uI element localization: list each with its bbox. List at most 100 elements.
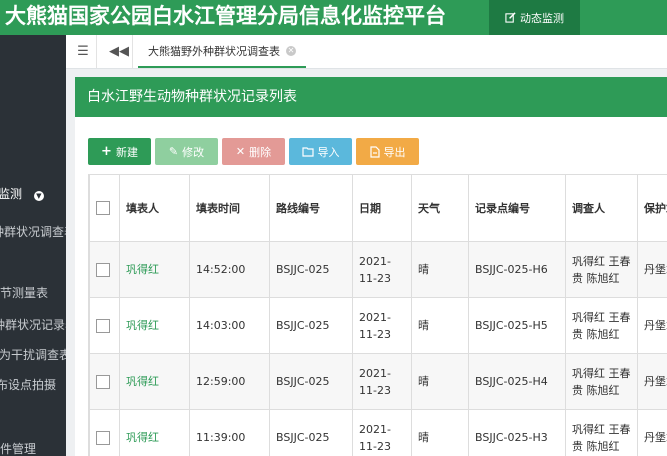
sidebar-item-infrared-camera[interactable]: 红外相机布设点拍摄 xyxy=(0,373,56,397)
chevron-down-icon: ▼ xyxy=(33,191,44,201)
point-cell: BSJJC-025-H6 xyxy=(468,241,566,298)
select-all-checkbox[interactable] xyxy=(96,201,110,215)
sidebar-item-disturbance[interactable]: 人为干扰调查表 xyxy=(0,343,66,367)
column-header[interactable]: 天气 xyxy=(411,174,469,242)
surveyor-cell: 巩得红 王春贵 陈旭红 xyxy=(565,409,638,456)
import-button[interactable]: 导入 xyxy=(289,138,352,165)
sidebar-item-label: 物候节测量表 xyxy=(0,286,49,300)
row-checkbox[interactable] xyxy=(96,375,110,389)
point-cell: BSJJC-025-H3 xyxy=(468,409,566,456)
point-cell: BSJJC-025-H4 xyxy=(468,353,566,410)
row-select-cell xyxy=(89,241,120,298)
column-header[interactable]: 日期 xyxy=(352,174,412,242)
edit-button[interactable]: ✎ 修改 xyxy=(155,138,218,165)
filler-cell[interactable]: 巩得红 xyxy=(119,409,190,456)
sidebar-item-population-record[interactable]: 种群状况记录表 xyxy=(0,313,66,337)
main-panel: 白水江野生动物种群状况记录列表 + 新建 ✎ 修改 ✕ 删除 导入 导出 填表人… xyxy=(75,77,667,456)
folder-open-icon xyxy=(301,146,314,157)
column-header[interactable]: 路线编号 xyxy=(269,174,353,242)
route-cell: BSJJC-025 xyxy=(269,297,353,354)
row-select-cell xyxy=(89,409,120,456)
row-checkbox[interactable] xyxy=(96,319,110,333)
column-header[interactable]: 填表时间 xyxy=(189,174,270,242)
time-cell: 12:59:00 xyxy=(189,353,270,410)
edit-button-label: 修改 xyxy=(182,145,205,159)
sidebar-item-label: 种群状况记录表 xyxy=(0,318,66,332)
new-button[interactable]: + 新建 xyxy=(88,138,151,165)
date-cell: 2021-11-23 xyxy=(352,297,412,354)
app-title: 大熊猫国家公园白水江管理分局信息化监控平台 xyxy=(5,4,446,28)
tab-bar: ☰ ◀◀ 大熊猫野外种群状况调查表 ✕ xyxy=(66,35,667,69)
table-row[interactable]: 巩得红 14:52:00 BSJJC-025 2021-11-23 晴 BSJJ… xyxy=(89,241,667,298)
station-cell: 丹堡站 xyxy=(637,353,667,410)
station-cell: 丹堡站 xyxy=(637,241,667,298)
weather-cell: 晴 xyxy=(411,241,469,298)
weather-cell: 晴 xyxy=(411,297,469,354)
nav-tab-dynamic-monitoring[interactable]: 动态监测 xyxy=(489,0,580,35)
sidebar-item-phenology[interactable]: 物候节测量表 xyxy=(0,281,48,305)
panel-title: 白水江野生动物种群状况记录列表 xyxy=(75,77,667,117)
filler-cell[interactable]: 巩得红 xyxy=(119,297,190,354)
plus-icon: + xyxy=(101,144,112,159)
column-header[interactable]: 调查人 xyxy=(565,174,638,242)
page-tab-label: 大熊猫野外种群状况调查表 xyxy=(148,44,280,58)
filler-cell[interactable]: 巩得红 xyxy=(119,241,190,298)
time-cell: 11:39:00 xyxy=(189,409,270,456)
edit-icon xyxy=(505,12,516,23)
time-cell: 14:52:00 xyxy=(189,241,270,298)
data-table-wrapper: 填表人 填表时间 路线编号 日期 天气 记录点编号 调查人 保护站 巩得红 14… xyxy=(88,174,667,456)
row-select-cell xyxy=(89,353,120,410)
data-table: 填表人 填表时间 路线编号 日期 天气 记录点编号 调查人 保护站 巩得红 14… xyxy=(89,174,667,456)
date-cell: 2021-11-23 xyxy=(352,353,412,410)
sidebar-item-monitoring[interactable]: 监测 ▼ xyxy=(0,182,44,206)
close-icon[interactable]: ✕ xyxy=(286,45,296,56)
row-checkbox[interactable] xyxy=(96,431,110,445)
table-header-row: 填表人 填表时间 路线编号 日期 天气 记录点编号 调查人 保护站 xyxy=(89,174,667,242)
column-header[interactable]: 记录点编号 xyxy=(468,174,566,242)
sidebar-item-label: 文件管理 xyxy=(0,442,37,456)
export-button[interactable]: 导出 xyxy=(356,138,419,165)
sidebar-item-label: 监测 xyxy=(0,187,23,201)
sidebar-item-label: 人为干扰调查表 xyxy=(0,348,66,362)
time-cell: 14:03:00 xyxy=(189,297,270,354)
row-checkbox[interactable] xyxy=(96,263,110,277)
menu-icon[interactable]: ☰ xyxy=(70,35,97,68)
date-cell: 2021-11-23 xyxy=(352,241,412,298)
date-cell: 2021-11-23 xyxy=(352,409,412,456)
export-button-label: 导出 xyxy=(383,145,406,159)
point-cell: BSJJC-025-H5 xyxy=(468,297,566,354)
nav-tab-label: 动态监测 xyxy=(520,11,564,25)
file-export-icon xyxy=(369,145,380,158)
row-select-cell xyxy=(89,297,120,354)
sidebar-item-label: 种群状况调查表 xyxy=(0,225,66,239)
route-cell: BSJJC-025 xyxy=(269,353,353,410)
station-cell: 丹堡站 xyxy=(637,409,667,456)
filler-cell[interactable]: 巩得红 xyxy=(119,353,190,410)
table-row[interactable]: 巩得红 11:39:00 BSJJC-025 2021-11-23 晴 BSJJ… xyxy=(89,409,667,456)
sidebar-item-file-management[interactable]: 文件管理 xyxy=(0,437,36,456)
sidebar-item-label: 红外相机布设点拍摄 xyxy=(0,378,57,392)
import-button-label: 导入 xyxy=(317,145,340,159)
edit-icon: ✎ xyxy=(168,145,179,158)
surveyor-cell: 巩得红 王春贵 陈旭红 xyxy=(565,241,638,298)
surveyor-cell: 巩得红 王春贵 陈旭红 xyxy=(565,297,638,354)
weather-cell: 晴 xyxy=(411,353,469,410)
top-header: 大熊猫国家公园白水江管理分局信息化监控平台 动态监测 xyxy=(0,0,667,35)
column-header[interactable]: 保护站 xyxy=(637,174,667,242)
surveyor-cell: 巩得红 王春贵 陈旭红 xyxy=(565,353,638,410)
table-row[interactable]: 巩得红 14:03:00 BSJJC-025 2021-11-23 晴 BSJJ… xyxy=(89,297,667,354)
route-cell: BSJJC-025 xyxy=(269,241,353,298)
close-icon: ✕ xyxy=(235,145,246,158)
rewind-icon[interactable]: ◀◀ xyxy=(106,35,133,68)
column-header[interactable]: 填表人 xyxy=(119,174,190,242)
weather-cell: 晴 xyxy=(411,409,469,456)
station-cell: 丹堡站 xyxy=(637,297,667,354)
delete-button[interactable]: ✕ 删除 xyxy=(222,138,285,165)
table-row[interactable]: 巩得红 12:59:00 BSJJC-025 2021-11-23 晴 BSJJ… xyxy=(89,353,667,410)
new-button-label: 新建 xyxy=(115,145,138,159)
sidebar-item-population-survey[interactable]: 种群状况调查表 xyxy=(0,220,66,244)
page-tab-panda-survey[interactable]: 大熊猫野外种群状况调查表 ✕ xyxy=(138,35,306,68)
delete-button-label: 删除 xyxy=(249,145,272,159)
route-cell: BSJJC-025 xyxy=(269,409,353,456)
sidebar: 监测 ▼ 种群状况调查表 物候节测量表 种群状况记录表 人为干扰调查表 红外相机… xyxy=(0,35,66,456)
